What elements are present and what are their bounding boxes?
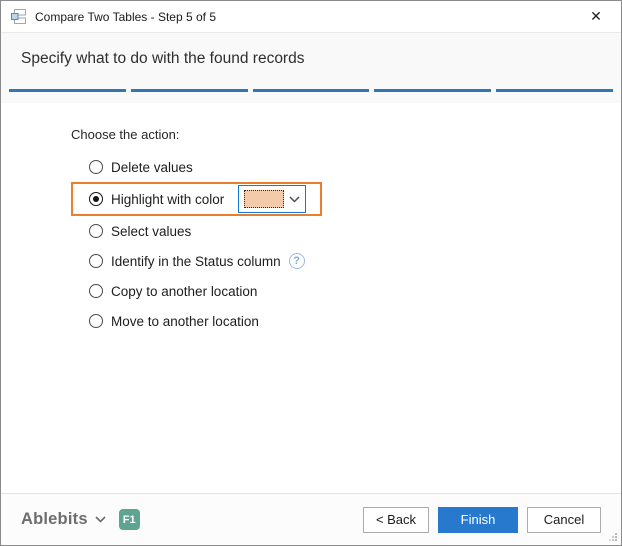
radio-option-move-to-location[interactable]: Move to another location [89,306,621,336]
ablebits-brand-menu[interactable]: Ablebits [21,510,106,529]
compare-tables-app-icon [11,9,26,24]
close-icon[interactable]: ✕ [579,4,613,30]
back-button[interactable]: < Back [363,506,429,533]
radio-option-delete-values[interactable]: Delete values [89,152,621,182]
window-title: Compare Two Tables - Step 5 of 5 [35,9,216,24]
radio-option-highlight-with-color[interactable]: Highlight with color [89,185,307,213]
radio-label: Select values [111,223,192,239]
page-title: Specify what to do with the found record… [21,50,305,67]
help-icon[interactable]: ? [288,253,305,269]
radio-option-select-values[interactable]: Select values [89,216,621,246]
radio-button[interactable] [89,314,103,328]
finish-button[interactable]: Finish [438,506,518,533]
radio-label: Delete values [111,159,193,175]
radio-option-copy-to-location[interactable]: Copy to another location [89,276,621,306]
color-picker-dropdown[interactable] [238,185,307,213]
titlebar: Compare Two Tables - Step 5 of 5 ✕ [1,1,621,32]
radio-option-identify-status-column[interactable]: Identify in the Status column ? [89,246,621,276]
progress-step-4 [374,89,492,92]
cancel-button[interactable]: Cancel [527,506,601,533]
progress-step-5 [496,89,613,92]
brand-label: Ablebits [21,510,88,528]
radio-label: Highlight with color [111,191,225,207]
step-progress-bar [9,89,613,92]
chevron-down-icon [95,516,106,523]
wizard-header: Specify what to do with the found record… [1,32,621,103]
dialog-buttons: < Back Finish Cancel [363,506,601,533]
radio-button[interactable] [89,160,103,174]
radio-label: Identify in the Status column [111,253,281,269]
footer-bar: Ablebits F1 < Back Finish Cancel [1,493,621,545]
main-content: Choose the action: Delete values Highlig… [1,103,621,336]
progress-step-1 [9,89,126,92]
annotation-highlight-box: Highlight with color [71,182,323,216]
radio-button[interactable] [89,284,103,298]
f1-help-badge[interactable]: F1 [118,509,140,530]
radio-button[interactable] [89,224,103,238]
dialog-window: { "window": { "title": "Compare Two Tabl… [0,0,622,546]
progress-step-2 [130,89,248,92]
radio-label: Move to another location [111,313,259,329]
chevron-down-icon [289,195,300,203]
action-prompt-label: Choose the action: [71,127,180,142]
progress-step-3 [252,89,370,92]
resize-grip[interactable] [608,532,618,542]
radio-button-selected[interactable] [89,192,103,206]
radio-button[interactable] [89,254,103,268]
color-swatch [244,190,285,208]
radio-label: Copy to another location [111,283,258,299]
action-options: Delete values Highlight with color Selec… [71,152,621,336]
